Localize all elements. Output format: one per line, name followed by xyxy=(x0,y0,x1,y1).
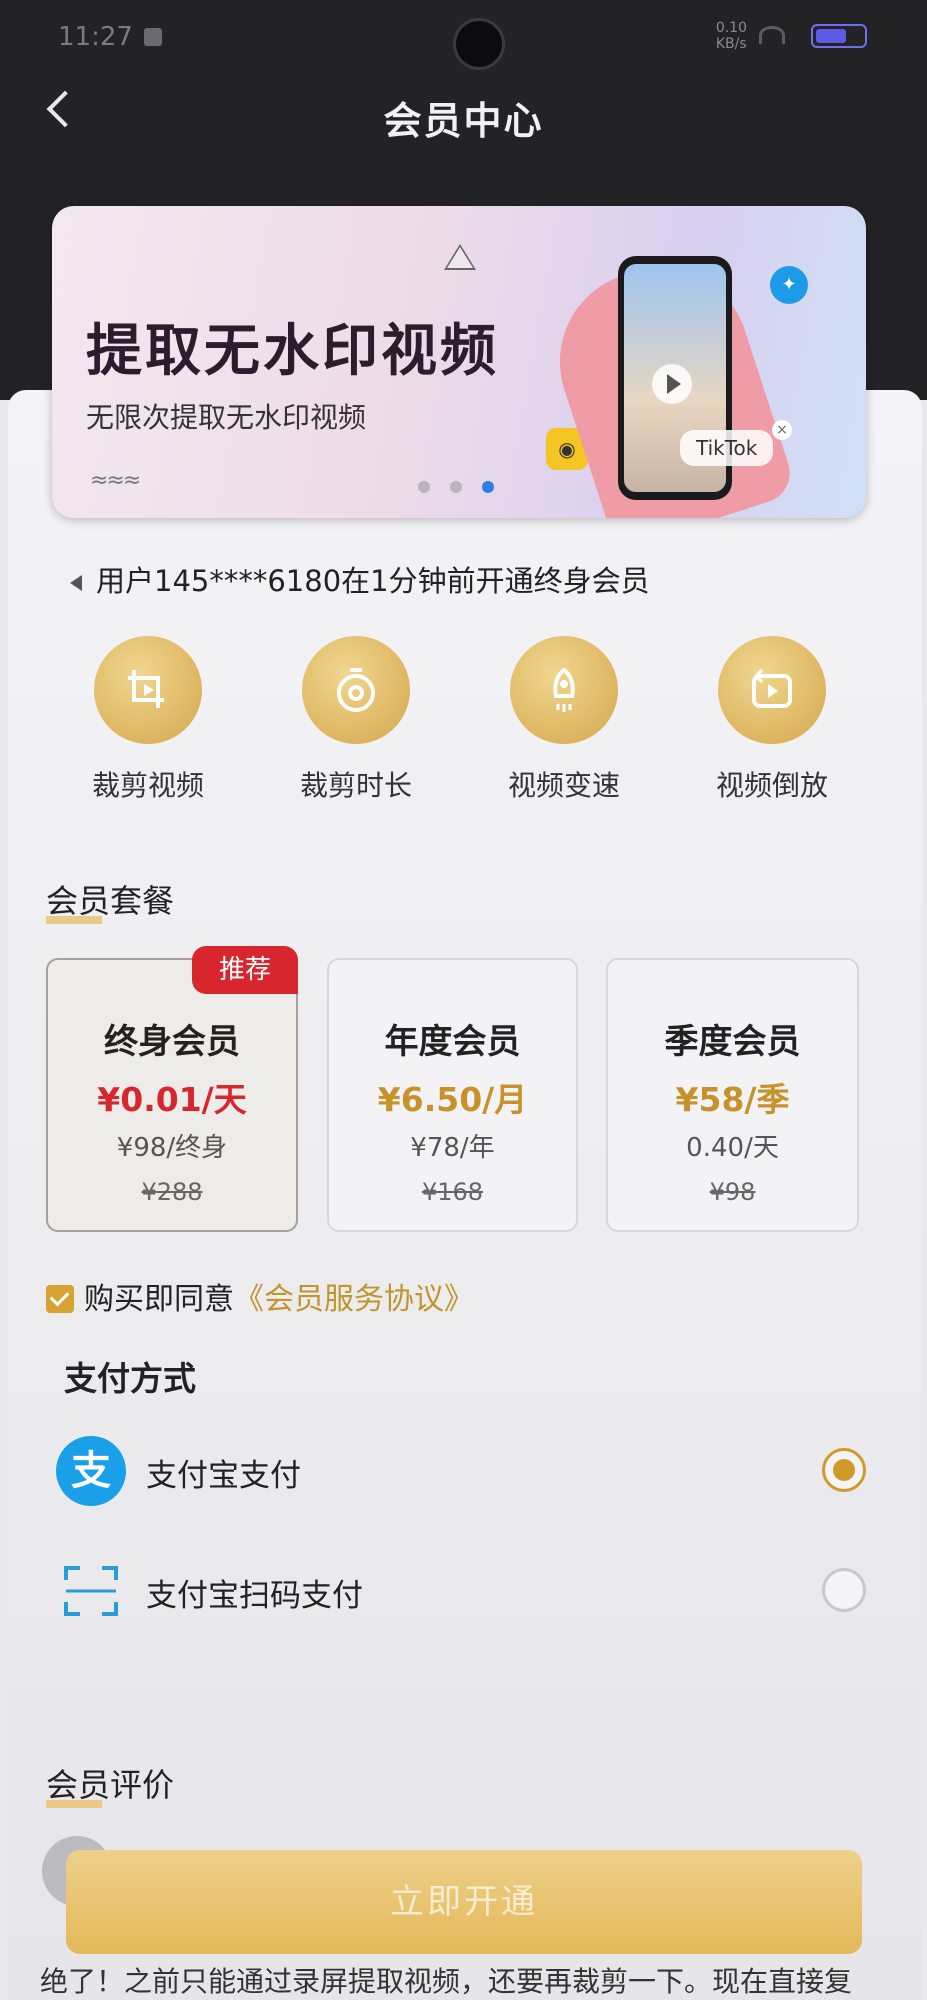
payment-label: 支付宝扫码支付 xyxy=(146,1578,363,1614)
stopwatch-icon xyxy=(302,636,410,744)
plan-price: ¥0.01/天 xyxy=(97,1080,247,1119)
purchase-notice: 用户145****6180在1分钟前开通终身会员 xyxy=(70,558,650,600)
status-bar: 11:27 0.10 KB/s xyxy=(58,18,867,70)
service-agreement-link[interactable]: 《会员服务协议》 xyxy=(234,1282,474,1317)
agreement-checkbox[interactable]: 购买即同意《会员服务协议》 xyxy=(46,1274,474,1318)
feature-video-speed[interactable]: 视频变速 xyxy=(494,636,634,804)
reviews-section-title: 会员评价 xyxy=(46,1760,174,1808)
recommend-badge: 推荐 xyxy=(192,946,298,994)
feature-video-reverse[interactable]: 视频倒放 xyxy=(702,636,842,804)
feature-crop-video[interactable]: 裁剪视频 xyxy=(78,636,218,804)
status-time: 11:27 xyxy=(58,22,133,52)
alipay-icon: 支 xyxy=(56,1436,126,1506)
feature-label: 裁剪视频 xyxy=(91,769,204,802)
carousel-dot-active[interactable] xyxy=(482,481,494,493)
feature-label: 视频倒放 xyxy=(715,769,828,802)
crop-video-icon xyxy=(94,636,202,744)
plan-original-price: ¥98 xyxy=(709,1178,756,1206)
carousel-dot[interactable] xyxy=(418,481,430,493)
carousel-dot[interactable] xyxy=(450,481,462,493)
payment-alipay-scan[interactable]: 支付宝扫码支付 xyxy=(56,1556,866,1626)
wifi-icon xyxy=(759,26,785,44)
notice-text: 用户145****6180在1分钟前开通终身会员 xyxy=(96,564,650,598)
speaker-icon xyxy=(70,575,82,591)
feature-label: 裁剪时长 xyxy=(299,769,412,802)
page-title: 会员中心 xyxy=(383,99,544,143)
plan-yearly[interactable]: 年度会员 ¥6.50/月 ¥78/年 ¥168 xyxy=(327,958,578,1232)
checkbox-checked-icon[interactable] xyxy=(46,1285,74,1313)
rocket-icon xyxy=(510,636,618,744)
banner-subtitle: 无限次提取无水印视频 xyxy=(86,401,367,434)
play-icon xyxy=(652,364,692,404)
plan-price: ¥6.50/月 xyxy=(377,1080,528,1119)
plan-sub-price: ¥78/年 xyxy=(410,1133,495,1163)
camera-cutout xyxy=(453,18,505,70)
plan-name: 季度会员 xyxy=(664,1022,801,1062)
plan-lifetime[interactable]: 推荐 终身会员 ¥0.01/天 ¥98/终身 ¥288 xyxy=(46,946,298,1232)
agreement-text: 购买即同意 xyxy=(84,1282,234,1317)
payment-alipay[interactable]: 支 支付宝支付 xyxy=(56,1436,866,1506)
scan-icon xyxy=(56,1556,126,1626)
banner-title: 提取无水印视频 xyxy=(86,319,499,384)
reverse-video-icon xyxy=(718,636,826,744)
feature-label: 视频变速 xyxy=(507,769,620,802)
radio-selected[interactable] xyxy=(822,1448,866,1492)
payment-label: 支付宝支付 xyxy=(146,1458,301,1494)
payment-title: 支付方式 xyxy=(64,1359,196,1398)
battery-icon xyxy=(811,24,867,48)
promo-banner[interactable]: 提取无水印视频 无限次提取无水印视频 ≈≈≈ ◉ ✦ TikTok × xyxy=(52,206,866,518)
subscribe-now-button[interactable]: 立即开通 xyxy=(66,1850,862,1954)
plans-section-title: 会员套餐 xyxy=(46,876,174,924)
plan-price: ¥58/季 xyxy=(675,1080,790,1119)
plan-sub-price: ¥98/终身 xyxy=(116,1133,228,1163)
plan-sub-price: 0.40/天 xyxy=(686,1133,779,1163)
radio-unselected[interactable] xyxy=(822,1568,866,1612)
close-icon: × xyxy=(772,420,792,440)
plan-original-price: ¥168 xyxy=(421,1178,484,1206)
plan-name: 终身会员 xyxy=(104,1022,240,1062)
network-speed: 0.10 KB/s xyxy=(715,20,747,52)
carousel-dots[interactable] xyxy=(418,478,514,497)
triangle-up-icon xyxy=(444,244,476,270)
plan-original-price: ¥288 xyxy=(141,1178,203,1206)
plan-quarterly[interactable]: 季度会员 ¥58/季 0.40/天 ¥98 xyxy=(606,958,859,1232)
notification-icon xyxy=(144,28,162,46)
review-text: 绝了！之前只能通过录屏提取视频，还要再裁剪一下。现在直接复 xyxy=(40,1965,853,1998)
tiktok-tag: TikTok xyxy=(680,430,774,466)
plan-name: 年度会员 xyxy=(384,1022,521,1062)
twitter-icon: ✦ xyxy=(770,266,808,304)
wave-icon: ≈≈≈ xyxy=(90,468,141,493)
feature-crop-duration[interactable]: 裁剪时长 xyxy=(286,636,426,804)
